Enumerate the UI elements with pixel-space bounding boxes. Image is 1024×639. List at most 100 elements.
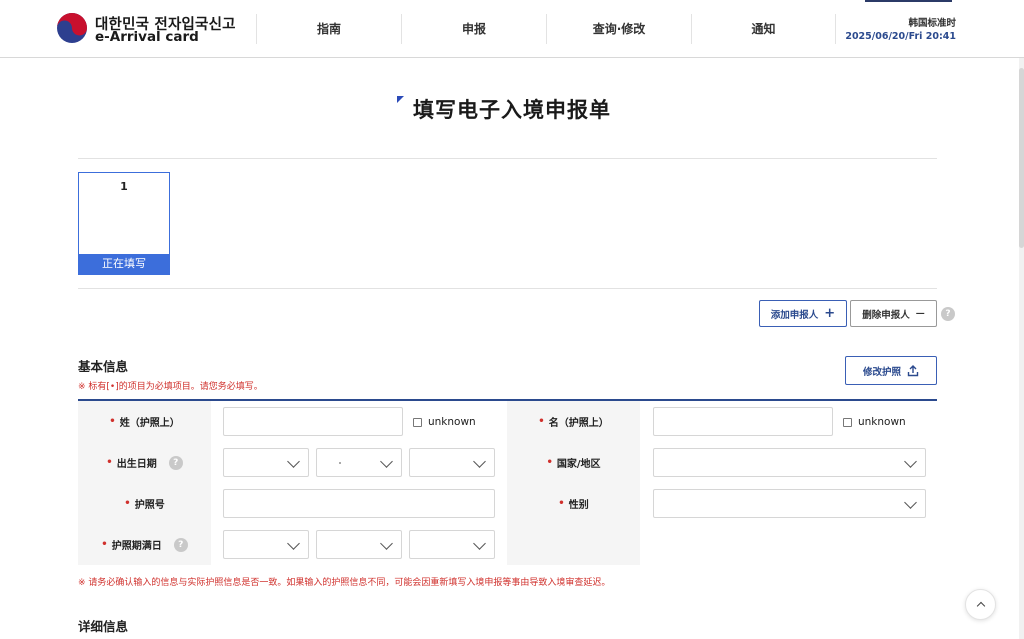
placeholder-dot [339,462,341,464]
birth-help-icon[interactable]: ? [168,455,183,470]
passport-no-input[interactable] [223,489,495,518]
checkbox-box[interactable] [843,417,852,427]
required-mark: • [546,457,553,468]
surname-cell: unknown [211,401,507,442]
nav-guide[interactable]: 指南 [256,14,401,44]
scroll-to-top-button[interactable] [965,589,996,620]
checkbox-box[interactable] [413,417,422,427]
required-mark: • [109,416,116,427]
country-label: • 国家/地区 [507,442,640,483]
given-name-cell: unknown [640,401,937,442]
expiry-cell [211,524,507,565]
passport-no-label: • 护照号 [78,483,211,524]
nav-apply[interactable]: 申报 [401,14,546,44]
required-mark: • [106,457,113,468]
gender-label-text: 性别 [568,500,589,511]
country-cell [640,442,937,483]
add-applicant-button[interactable]: 添加申报人 + [759,300,847,327]
required-mark: • [124,498,131,509]
minus-icon: — [915,308,925,319]
birth-cell [211,442,507,483]
surname-input[interactable] [223,407,403,436]
chevron-down-icon [287,455,300,468]
passport-no-label-text: 护照号 [134,500,165,511]
logo-english-text: e-Arrival card [95,29,199,45]
time-label: 韩国标准时 [908,18,956,29]
korea-time: 韩国标准时 2025/06/20/Fri 20:41 [845,17,956,43]
unknown-label: unknown [428,416,476,428]
header-accent-line [865,0,952,2]
applicant-status: 正在填写 [79,254,169,274]
passport-no-cell [211,483,507,524]
birth-label: • 出生日期 ? [78,442,211,483]
chevron-down-icon [904,496,917,509]
empty-label-cell [507,524,640,565]
surname-label-text: 姓（护照上） [119,418,180,429]
birth-label-text: 出生日期 [116,459,157,470]
page-title-text: 填写电子入境申报单 [413,98,611,122]
help-icon[interactable]: ? [941,307,955,321]
required-mark: • [538,416,545,427]
birth-month-select[interactable] [316,448,402,477]
chevron-down-icon [904,455,917,468]
site-header: 대한민국 전자입국신고 e-Arrival card 指南 申报 查询·修改 通… [0,0,1024,58]
edit-passport-button[interactable]: 修改护照 [845,356,937,385]
expiry-label: • 护照期满日 ? [78,524,211,565]
main-nav: 指南 申报 查询·修改 通知 [256,14,836,44]
nav-notice[interactable]: 通知 [691,14,836,44]
form-row-birth: • 出生日期 ? • 国家/地区 [78,442,937,483]
applicant-number: 1 [120,180,128,193]
birth-year-select[interactable] [223,448,309,477]
required-note: ※ 标有[•]的项目为必填项目。请您务必填写。 [78,382,263,392]
plus-icon: + [824,306,836,321]
delete-applicant-label: 删除申报人 [862,309,910,321]
divider [78,158,937,159]
divider [78,288,937,289]
upload-icon [907,364,919,376]
given-name-input[interactable] [653,407,833,436]
surname-unknown-checkbox[interactable]: unknown [413,416,476,428]
required-mark: • [101,539,108,550]
required-mark: • [558,498,565,509]
surname-label: • 姓（护照上） [78,401,211,442]
form-row-expiry: • 护照期满日 ? [78,524,937,565]
expiry-year-select[interactable] [223,530,309,559]
country-select[interactable] [653,448,926,477]
basic-info-title: 基本信息 [78,359,129,374]
nav-check-modify[interactable]: 查询·修改 [546,14,691,44]
passport-warning: ※ 请务必确认输入的信息与实际护照信息是否一致。如果输入的护照信息不同，可能会因… [78,578,611,588]
gender-select[interactable] [653,489,926,518]
expiry-day-select[interactable] [409,530,495,559]
detail-info-title: 详细信息 [78,619,129,634]
basic-info-form: • 姓（护照上） unknown • 名（护照上） unknown • 出生日期 [78,399,937,565]
unknown-label: unknown [858,416,906,428]
chevron-up-icon [976,601,986,611]
title-area: 填写电子入境申报单 [0,94,1024,124]
page-title: 填写电子入境申报单 [397,94,611,124]
taegeuk-emblem-icon [57,13,87,43]
country-label-text: 国家/地区 [556,459,601,470]
scrollbar[interactable] [1019,58,1024,639]
chevron-down-icon [473,537,486,550]
chevron-down-icon [473,455,486,468]
chevron-down-icon [380,455,393,468]
empty-value-cell [640,524,937,565]
site-logo[interactable]: 대한민국 전자입국신고 e-Arrival card [56,12,246,48]
add-applicant-label: 添加申报人 [770,309,819,321]
edit-passport-label: 修改护照 [862,366,901,378]
time-value: 2025/06/20/Fri 20:41 [845,31,956,42]
form-row-passport: • 护照号 • 性别 [78,483,937,524]
given-name-label: • 名（护照上） [507,401,640,442]
expiry-label-text: 护照期满日 [111,541,162,552]
delete-applicant-button[interactable]: 删除申报人 — [850,300,937,327]
chevron-down-icon [287,537,300,550]
given-name-unknown-checkbox[interactable]: unknown [843,416,906,428]
gender-cell [640,483,937,524]
given-name-label-text: 名（护照上） [548,418,609,429]
form-row-names: • 姓（护照上） unknown • 名（护照上） unknown [78,401,937,442]
gender-label: • 性别 [507,483,640,524]
expiry-month-select[interactable] [316,530,402,559]
expiry-help-icon[interactable]: ? [173,537,188,552]
applicant-card[interactable]: 1 正在填写 [78,172,170,275]
birth-day-select[interactable] [409,448,495,477]
